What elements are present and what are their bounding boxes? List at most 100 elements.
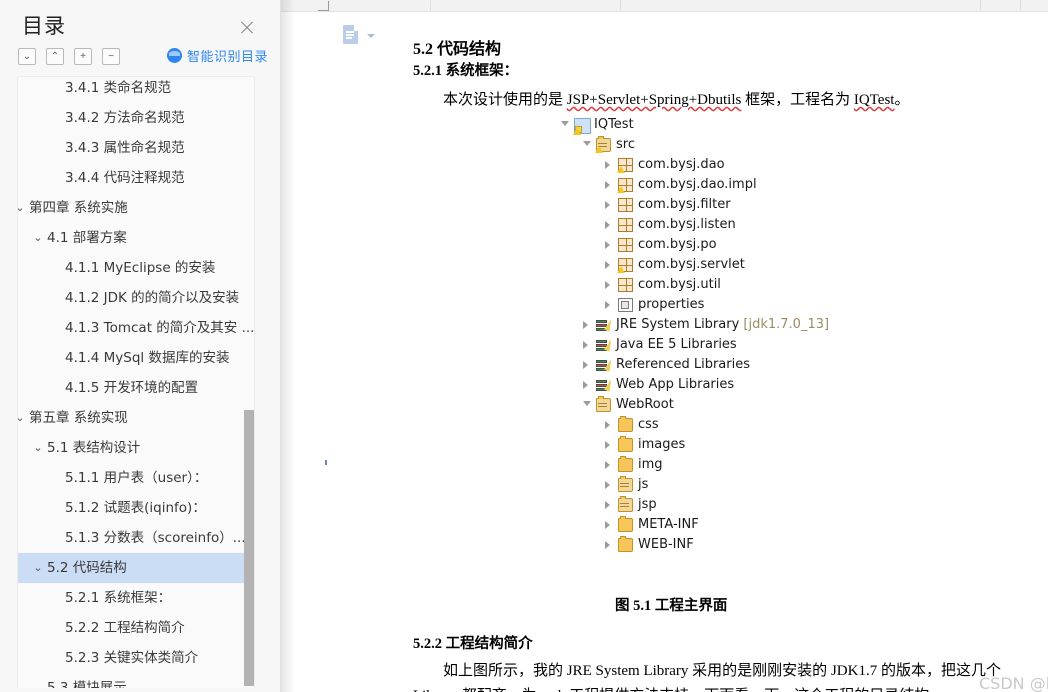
toc-item[interactable]: 5.2.3 关键实体类简介 [18, 643, 254, 673]
collapsed-arrow-icon[interactable] [605, 181, 610, 189]
toc-item[interactable]: 5.1.1 用户表（user）： [18, 463, 254, 493]
tree-node[interactable]: com.bysj.listen [560, 215, 860, 235]
warning-badge-icon [573, 128, 581, 135]
collapsed-arrow-icon[interactable] [605, 421, 610, 429]
tree-node[interactable]: com.bysj.dao.impl [560, 175, 860, 195]
tree-node[interactable]: com.bysj.servlet [560, 255, 860, 275]
chevron-down-icon[interactable] [367, 34, 375, 38]
toc-item[interactable]: 4.1.2 JDK 的的简介以及安装 [18, 283, 254, 313]
collapsed-arrow-icon[interactable] [583, 381, 588, 389]
toc-item[interactable]: 5.1.2 试题表(iqinfo)： [18, 493, 254, 523]
expanded-arrow-icon[interactable] [583, 401, 591, 406]
folder-icon [618, 456, 633, 472]
collapsed-arrow-icon[interactable] [605, 221, 610, 229]
toc-item[interactable]: 3.4.4 代码注释规范 [18, 163, 254, 193]
tree-node[interactable]: com.bysj.filter [560, 195, 860, 215]
toc-item-label: 5.3 模块展示 [47, 680, 127, 688]
tree-node[interactable]: Java EE 5 Libraries [560, 335, 860, 355]
tree-node[interactable]: img [560, 455, 860, 475]
toc-item-label: 3.4.3 属性命名规范 [65, 140, 185, 156]
library-icon-part [596, 360, 607, 363]
body-1a: 如上图所示，我的 [443, 663, 567, 679]
toc-item[interactable]: ⌄ 5.3 模块展示 [18, 673, 254, 688]
toc-item[interactable]: 4.1.4 MySql 数据库的安装 [18, 343, 254, 373]
tree-node[interactable]: JRE System Library [jdk1.7.0_13] [560, 315, 860, 335]
toc-item[interactable]: 4.1.5 开发环境的配置 [18, 373, 254, 403]
sidebar-scrollbar[interactable] [244, 78, 254, 688]
smart-recognize-toc-button[interactable]: 智能识别目录 [167, 46, 268, 65]
collapsed-arrow-icon[interactable] [583, 341, 588, 349]
library-icon [596, 318, 615, 332]
collapse-all-button[interactable]: ⌄ [18, 48, 36, 65]
collapsed-arrow-icon[interactable] [605, 501, 610, 509]
chevron-down-icon[interactable]: ⌄ [18, 193, 28, 223]
tree-node[interactable]: Web App Libraries [560, 375, 860, 395]
tree-node[interactable]: META-INF [560, 515, 860, 535]
collapsed-arrow-icon[interactable] [605, 201, 610, 209]
increase-level-button[interactable]: + [74, 48, 92, 65]
collapsed-arrow-icon[interactable] [583, 361, 588, 369]
chevron-down-icon[interactable]: ⌄ [30, 223, 46, 253]
toc-item[interactable]: 5.2.1 系统框架： [18, 583, 254, 613]
toc-item[interactable]: ⌄ 4.1 部署方案 [18, 223, 254, 253]
tree-node[interactable]: properties [560, 295, 860, 315]
tree-node[interactable]: images [560, 435, 860, 455]
tree-node[interactable]: Referenced Libraries [560, 355, 860, 375]
sidebar-scrollbar-thumb[interactable] [244, 410, 254, 686]
tree-node[interactable]: WEB-INF [560, 535, 860, 555]
smart-toc-icon [167, 48, 182, 63]
close-icon[interactable] [239, 20, 255, 36]
collapsed-arrow-icon[interactable] [605, 521, 610, 529]
collapsed-arrow-icon[interactable] [605, 241, 610, 249]
toc-item[interactable]: 3.4.2 方法命名规范 [18, 103, 254, 133]
chevron-down-icon[interactable]: ⌄ [30, 553, 46, 583]
paragraph-intro: 本次设计使用的是 JSP+Servlet+Spring+Dbutils 框架，工… [443, 88, 909, 109]
toc-item[interactable]: 4.1.1 MyEclipse 的安装 [18, 253, 254, 283]
collapsed-arrow-icon[interactable] [605, 301, 610, 309]
tree-node[interactable]: css [560, 415, 860, 435]
body-2a: Library [413, 688, 458, 692]
tree-node-label: WEB-INF [638, 537, 694, 552]
toc-item[interactable]: ⌄第五章 系统实现 [18, 403, 254, 433]
toc-item[interactable]: ⌄ 5.2 代码结构 [18, 553, 254, 583]
chevron-down-icon[interactable]: ⌄ [30, 673, 46, 688]
panel-corner-mark [318, 1, 329, 11]
minus-icon: − [108, 50, 114, 62]
collapsed-arrow-icon[interactable] [605, 541, 610, 549]
toc-item[interactable]: 5.2.2 工程结构简介 [18, 613, 254, 643]
toc-item[interactable]: 4.1.3 Tomcat 的简介及其安 ... [18, 313, 254, 343]
properties-icon [618, 298, 633, 312]
toc-item[interactable]: ⌄第四章 系统实施 [18, 193, 254, 223]
collapsed-arrow-icon[interactable] [605, 481, 610, 489]
body-1c: 采用的是刚刚安装的 [688, 663, 831, 679]
tree-node[interactable]: js [560, 475, 860, 495]
tree-node[interactable]: WebRoot [560, 395, 860, 415]
collapsed-arrow-icon[interactable] [583, 321, 588, 329]
toc-item[interactable]: 3.4.1 类命名规范 [18, 77, 254, 103]
tree-node[interactable]: com.bysj.dao [560, 155, 860, 175]
decrease-level-button[interactable]: − [102, 48, 120, 65]
document-icon[interactable] [343, 25, 360, 45]
collapsed-arrow-icon[interactable] [605, 441, 610, 449]
tree-node[interactable]: com.bysj.util [560, 275, 860, 295]
toc-item-label: 4.1 部署方案 [47, 230, 127, 246]
chevron-down-icon[interactable]: ⌄ [30, 433, 46, 463]
toc-item[interactable]: 3.4.3 属性命名规范 [18, 133, 254, 163]
chevron-down-icon[interactable]: ⌄ [18, 403, 28, 433]
tree-node[interactable]: src [560, 135, 860, 155]
tree-node[interactable]: IQTest [560, 115, 860, 135]
expanded-arrow-icon[interactable] [561, 121, 569, 126]
collapsed-arrow-icon[interactable] [605, 281, 610, 289]
tree-node-label: img [638, 457, 663, 472]
tree-node[interactable]: jsp [560, 495, 860, 515]
collapsed-arrow-icon[interactable] [605, 261, 610, 269]
toc-item[interactable]: 5.1.3 分数表（scoreinfo）... [18, 523, 254, 553]
collapsed-arrow-icon[interactable] [605, 461, 610, 469]
package-icon [618, 198, 633, 212]
toc-item[interactable]: ⌄ 5.1 表结构设计 [18, 433, 254, 463]
collapsed-arrow-icon[interactable] [605, 161, 610, 169]
expanded-arrow-icon[interactable] [583, 141, 591, 146]
expand-all-button[interactable]: ⌃ [46, 48, 64, 65]
tree-node[interactable]: com.bysj.po [560, 235, 860, 255]
library-icon [596, 338, 615, 352]
